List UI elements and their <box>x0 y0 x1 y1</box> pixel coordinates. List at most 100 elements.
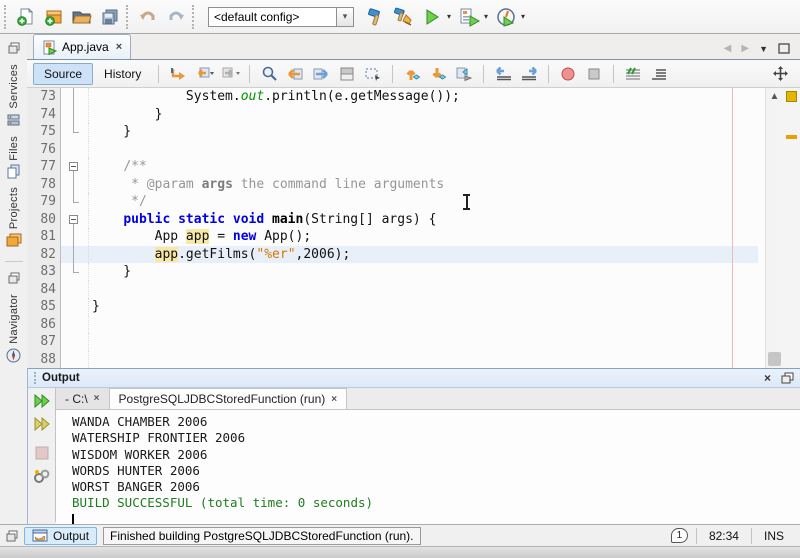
source-view-button[interactable]: Source <box>33 63 93 85</box>
comment-icon <box>624 66 642 82</box>
fold-collapse-icon[interactable] <box>61 211 88 229</box>
code-text: } <box>88 123 758 141</box>
toggle-bookmark-button[interactable] <box>452 63 476 85</box>
scroll-tabs-left-icon[interactable]: ◀ <box>724 43 732 54</box>
float-window-icon[interactable] <box>781 372 794 384</box>
close-tab-icon[interactable]: × <box>331 394 337 405</box>
toolbar-drag-handle[interactable] <box>4 5 7 29</box>
history-view-button[interactable]: History <box>93 63 152 85</box>
config-combobox[interactable]: <default config> ▾ <box>208 7 354 27</box>
profile-dropdown-arrow[interactable]: ▾ <box>521 12 525 21</box>
find-next-button[interactable] <box>309 63 333 85</box>
code-line[interactable]: 84 <box>27 281 758 299</box>
code-line[interactable]: 74 } <box>27 106 758 124</box>
splitter-icon <box>773 66 788 81</box>
last-edit-location-button[interactable] <box>166 63 190 85</box>
uncomment-button[interactable] <box>647 63 671 85</box>
new-file-button[interactable] <box>13 4 39 30</box>
toggle-highlight-button[interactable] <box>335 63 359 85</box>
debug-project-button[interactable] <box>456 4 482 30</box>
start-macro-recording-button[interactable] <box>556 63 580 85</box>
code-line[interactable]: 88 <box>27 351 758 369</box>
forward-button[interactable] <box>218 63 242 85</box>
code-line[interactable]: 87 <box>27 333 758 351</box>
code-line[interactable]: 83 } <box>27 263 758 281</box>
fold-collapse-icon[interactable] <box>61 158 88 176</box>
output-tab-run[interactable]: PostgreSQLJDBCStoredFunction (run) × <box>110 388 348 409</box>
save-all-button[interactable] <box>97 4 123 30</box>
output-settings-button[interactable] <box>31 466 53 486</box>
shift-left-button[interactable] <box>491 63 515 85</box>
code-line[interactable]: 79 */ <box>27 193 758 211</box>
scroll-tabs-right-icon[interactable]: ▶ <box>741 43 749 54</box>
error-stripe-mark[interactable] <box>786 135 797 139</box>
file-status-warning-icon[interactable] <box>786 91 797 102</box>
output-console[interactable]: WANDA CHAMBER 2006WATERSHIP FRONTIER 200… <box>56 409 800 528</box>
close-output-icon[interactable]: × <box>764 371 771 385</box>
dock-group-icon[interactable] <box>8 42 20 54</box>
code-line[interactable]: 81 App app = new App(); <box>27 228 758 246</box>
sidebar-tab-services[interactable]: Services <box>6 60 21 132</box>
run-project-button[interactable] <box>419 4 445 30</box>
minimized-output-button[interactable]: Output <box>24 527 97 545</box>
rectangular-selection-button[interactable] <box>361 63 385 85</box>
debug-dropdown-arrow[interactable]: ▾ <box>484 12 488 21</box>
stop-build-button[interactable] <box>31 443 53 463</box>
find-previous-button[interactable] <box>283 63 307 85</box>
output-header[interactable]: Output × <box>28 368 800 388</box>
stop-macro-recording-button[interactable] <box>582 63 606 85</box>
tab-list-dropdown-icon[interactable]: ▼ <box>759 44 768 54</box>
output-tab-cdrive[interactable]: - C:\ × <box>56 388 110 409</box>
back-button[interactable] <box>192 63 216 85</box>
editor-vertical-scrollbar[interactable]: ▲ <box>765 88 783 368</box>
clean-build-project-button[interactable] <box>391 4 417 30</box>
toolbar-drag-handle[interactable] <box>192 5 195 29</box>
code-line[interactable]: 75 } <box>27 123 758 141</box>
fold-margin <box>61 298 88 316</box>
code-line[interactable]: 85} <box>27 298 758 316</box>
open-project-button[interactable] <box>69 4 95 30</box>
find-selection-button[interactable] <box>257 63 281 85</box>
code-line[interactable]: 73 System.out.println(e.getMessage()); <box>27 88 758 106</box>
document-tab-appjava[interactable]: App.java × <box>33 34 131 59</box>
code-line[interactable]: 77 /** <box>27 158 758 176</box>
redo-button[interactable] <box>163 4 189 30</box>
code-line[interactable]: 76 <box>27 141 758 159</box>
shift-right-button[interactable] <box>517 63 541 85</box>
dock-group-icon[interactable] <box>6 530 18 542</box>
close-tab-icon[interactable]: × <box>116 41 122 53</box>
run-dropdown-arrow[interactable]: ▾ <box>447 12 451 21</box>
comment-button[interactable] <box>621 63 645 85</box>
new-project-button[interactable] <box>41 4 67 30</box>
chevron-down-icon[interactable]: ▾ <box>336 7 354 27</box>
sidebar-tab-projects[interactable]: Projects <box>6 183 22 251</box>
code-line[interactable]: 86 <box>27 316 758 334</box>
build-project-button[interactable] <box>363 4 389 30</box>
code-line[interactable]: 80 public static void main(String[] args… <box>27 211 758 229</box>
close-tab-icon[interactable]: × <box>94 393 100 404</box>
rerun-with-options-button[interactable] <box>31 414 53 434</box>
hammer-icon <box>366 7 386 27</box>
scrollbar-thumb[interactable] <box>768 352 781 366</box>
next-bookmark-button[interactable] <box>426 63 450 85</box>
rerun-button[interactable] <box>31 391 53 411</box>
scrollbar-up-arrow-icon[interactable]: ▲ <box>768 90 781 103</box>
output-drag-handle[interactable] <box>34 372 37 384</box>
code-line[interactable]: 82 app.getFilms("%er",2006); <box>27 246 758 264</box>
undo-button[interactable] <box>135 4 161 30</box>
search-icon <box>261 65 278 82</box>
split-document-button[interactable] <box>768 63 792 85</box>
dock-group-icon[interactable] <box>8 272 20 284</box>
caret-position[interactable]: 82:34 <box>696 528 751 544</box>
insert-mode-indicator[interactable]: INS <box>751 528 796 544</box>
code-editor[interactable]: 73 System.out.println(e.getMessage());74… <box>27 88 800 368</box>
previous-bookmark-button[interactable] <box>400 63 424 85</box>
line-number: 83 <box>27 264 61 279</box>
sidebar-tab-navigator[interactable]: Navigator <box>6 290 21 367</box>
notifications-icon[interactable]: 1 <box>671 528 688 543</box>
maximize-window-icon[interactable] <box>778 43 790 54</box>
code-line[interactable]: 78 * @param args the command line argume… <box>27 176 758 194</box>
toolbar-drag-handle[interactable] <box>126 5 129 29</box>
sidebar-tab-files[interactable]: Files <box>6 132 21 184</box>
profile-project-button[interactable] <box>493 4 519 30</box>
